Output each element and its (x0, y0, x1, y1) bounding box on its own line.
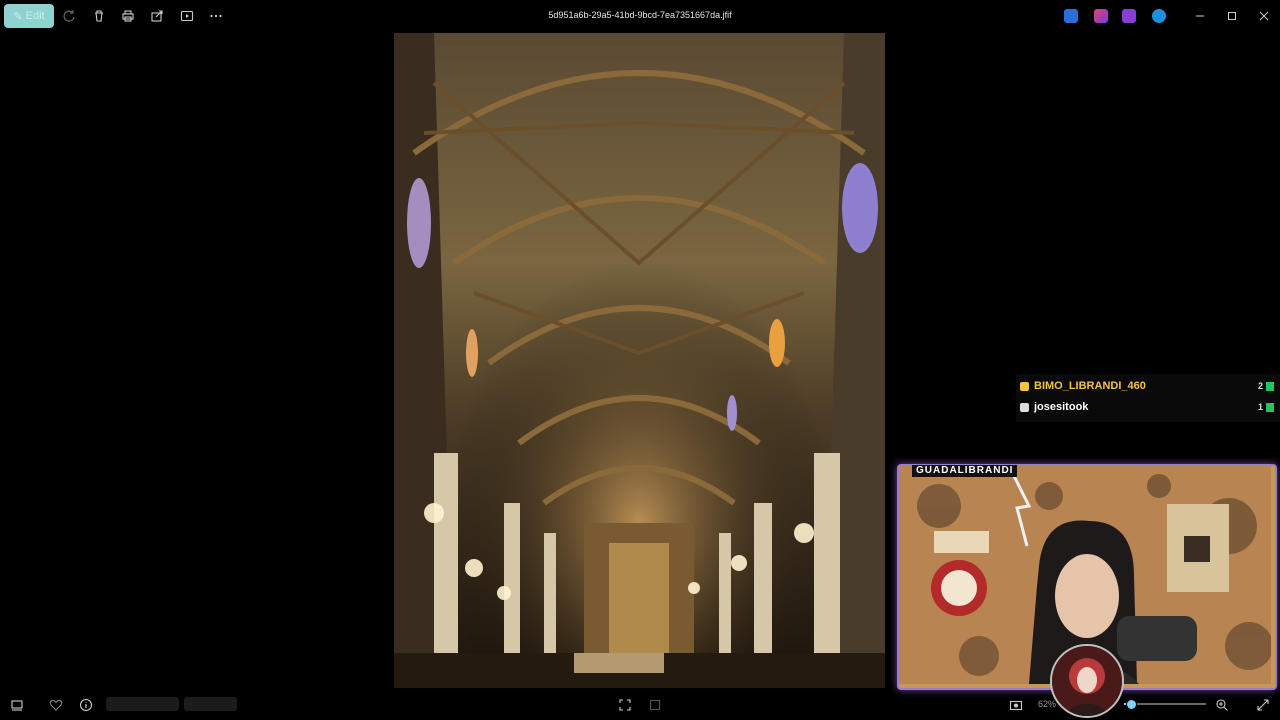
minimize-icon[interactable] (1192, 8, 1208, 24)
count-bar-icon (1266, 381, 1274, 391)
actual-size-icon[interactable] (647, 697, 663, 713)
app-icon-2[interactable] (1094, 9, 1108, 23)
favorite-icon[interactable] (48, 697, 64, 713)
info-icon[interactable] (78, 697, 94, 713)
maximize-icon[interactable] (1224, 8, 1240, 24)
channel-name-label: GUADALIBRANDI (912, 465, 1018, 477)
chat-row: josesitook 1 (1020, 398, 1276, 416)
chat-username: BIMO_LIBRANDI_460 (1034, 380, 1146, 392)
badge-icon (1020, 402, 1029, 412)
fullscreen-icon[interactable] (1255, 697, 1271, 713)
close-icon[interactable] (1256, 8, 1272, 24)
chat-username: josesitook (1034, 401, 1089, 413)
filmstrip-icon[interactable] (9, 697, 25, 713)
toolbar-pill[interactable] (106, 697, 179, 711)
app-icon-3[interactable] (1122, 9, 1136, 23)
app-icon-1[interactable] (1064, 9, 1078, 23)
chat-row: BIMO_LIBRANDI_460 2 (1020, 377, 1276, 395)
cathedral-photo (394, 33, 885, 688)
zoom-in-icon[interactable] (1214, 697, 1230, 713)
chat-count: 2 (1258, 381, 1274, 391)
zoom-slider-thumb[interactable] (1126, 699, 1137, 710)
cloud-icon[interactable] (1152, 9, 1166, 23)
badge-icon (1020, 381, 1029, 391)
file-name-title: 5d951a6b-29a5-41bd-9bcd-7ea7351667da.jfi… (548, 10, 732, 20)
chat-overlay: BIMO_LIBRANDI_460 2 josesitook 1 (1016, 374, 1280, 422)
fit-icon[interactable] (617, 697, 633, 713)
toolbar-pill[interactable] (184, 697, 237, 711)
title-bar: ✎ Edit 5d951a6b-29a5-41bd-9bcd-7ea735166… (0, 0, 1280, 32)
count-bar-icon (1266, 402, 1274, 412)
chat-count: 1 (1258, 402, 1274, 412)
screenshot-icon[interactable] (1008, 697, 1024, 713)
zoom-level: 62% (1038, 699, 1057, 709)
